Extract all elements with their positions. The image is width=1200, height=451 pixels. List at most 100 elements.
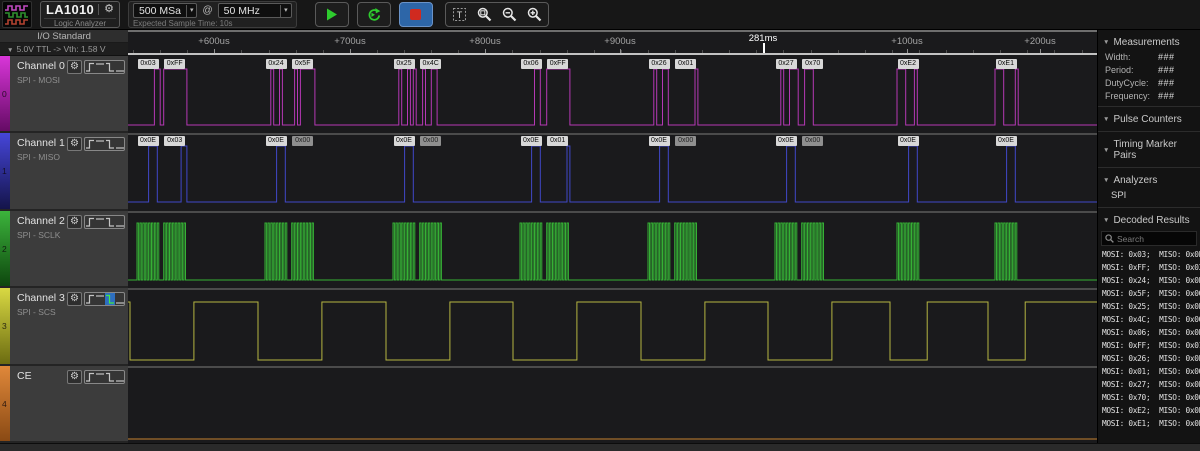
decoded-result-row[interactable]: MOSI: 0x70; MISO: 0x00 <box>1098 391 1200 404</box>
section-decoded-results[interactable]: ▼ Decoded Results <box>1098 211 1200 228</box>
ruler-minor-tick <box>241 50 242 53</box>
trigger-rise-edge-button[interactable] <box>85 371 95 383</box>
decoded-search-input[interactable] <box>1117 234 1193 244</box>
decoded-result-row[interactable]: MOSI: 0xFF; MISO: 0x01 <box>1098 339 1200 352</box>
waveform-ch0-mosi[interactable]: 0x030xFF0x240x5F0x250x4C0x060xFF0x260x01… <box>128 58 1097 135</box>
channel-settings-button[interactable]: ⚙ <box>67 215 82 229</box>
ruler-minor-tick <box>919 50 920 53</box>
stop-button[interactable] <box>399 2 433 27</box>
divider <box>1098 207 1200 208</box>
trigger-high-edge-button[interactable] <box>95 371 105 383</box>
trigger-high-edge-button[interactable] <box>95 293 105 305</box>
trigger-fall-edge-button[interactable] <box>105 371 115 383</box>
byte-value-label: 0x0E <box>394 136 415 146</box>
decoded-result-row[interactable]: MOSI: 0x4C; MISO: 0x00 <box>1098 313 1200 326</box>
decoded-result-row[interactable]: MOSI: 0x06; MISO: 0x0E <box>1098 326 1200 339</box>
trigger-fall-edge-button[interactable] <box>105 293 115 305</box>
measurement-row: Width:### <box>1098 50 1200 63</box>
measurement-value: ### <box>1158 52 1175 62</box>
ruler-minor-tick <box>865 50 866 53</box>
trigger-high-edge-button[interactable] <box>95 61 105 73</box>
ruler-baseline <box>128 53 1097 55</box>
ruler-minor-tick <box>323 50 324 53</box>
waveform-ch2-sclk-trace <box>128 213 1097 290</box>
channel-settings-button[interactable]: ⚙ <box>67 292 82 306</box>
ruler-minor-tick <box>838 50 839 53</box>
channel-settings-button[interactable]: ⚙ <box>67 137 82 151</box>
channel-settings-button[interactable]: ⚙ <box>67 60 82 74</box>
ruler-minor-tick <box>702 50 703 53</box>
decoded-result-row[interactable]: MOSI: 0x27; MISO: 0x0E <box>1098 378 1200 391</box>
sample-rate-select[interactable]: 50 MHz ▾ <box>218 3 292 18</box>
trigger-buttons <box>84 60 125 74</box>
measurement-row: Frequency:### <box>1098 89 1200 102</box>
trigger-fall-edge-button[interactable] <box>105 61 115 73</box>
channel-row-3: 3Channel 3SPI - SCS⚙ <box>0 288 128 366</box>
sample-depth-select[interactable]: 500 MSa ▾ <box>133 3 198 18</box>
byte-value-label: 0x0E <box>649 136 670 146</box>
trigger-rise-edge-button[interactable] <box>85 61 95 73</box>
section-timing-marker-pairs[interactable]: ▼ Timing Marker Pairs <box>1098 135 1200 163</box>
zoom-selection-button[interactable] <box>472 4 497 25</box>
channel-role: SPI - MISO <box>17 152 125 162</box>
ruler-minor-tick <box>296 50 297 53</box>
decoded-result-row[interactable]: MOSI: 0x03; MISO: 0x0E <box>1098 248 1200 261</box>
trigger-high-edge-button[interactable] <box>95 216 105 228</box>
io-standard-header[interactable]: I/O Standard <box>0 30 128 43</box>
time-tick-label: +600us <box>198 36 229 47</box>
trigger-rise-edge-button[interactable] <box>85 138 95 150</box>
ruler-minor-tick <box>892 50 893 53</box>
trigger-fall-edge-button[interactable] <box>105 216 115 228</box>
ruler-minor-tick <box>756 50 757 53</box>
zoom-in-icon <box>527 7 542 22</box>
channel-color-strip: 1 <box>0 133 10 209</box>
waveform-ch0-mosi-trace <box>128 58 1097 135</box>
waveform-viewport[interactable]: +600us+700us+800us+900us+100us+200us281m… <box>128 30 1097 443</box>
waveform-ch2-sclk[interactable] <box>128 213 1097 290</box>
decoded-result-row[interactable]: MOSI: 0x24; MISO: 0x0E <box>1098 274 1200 287</box>
trigger-fall-edge-button[interactable] <box>105 138 115 150</box>
trigger-rise-edge-button[interactable] <box>85 293 95 305</box>
decoded-result-row[interactable]: MOSI: 0x26; MISO: 0x0E <box>1098 352 1200 365</box>
channel-color-strip: 0 <box>0 56 10 131</box>
trigger-rise-edge-button[interactable] <box>85 216 95 228</box>
section-measurements[interactable]: ▼ Measurements <box>1098 30 1200 50</box>
ruler-minor-tick <box>512 50 513 53</box>
trigger-low-edge-button[interactable] <box>115 293 125 305</box>
decoded-result-row[interactable]: MOSI: 0xE1; MISO: 0x0E <box>1098 417 1200 430</box>
text-tool-button[interactable]: T <box>447 4 472 25</box>
zoom-out-button[interactable] <box>497 4 522 25</box>
decoded-results-list: MOSI: 0x03; MISO: 0x0EMOSI: 0xFF; MISO: … <box>1098 248 1200 430</box>
channel-settings-button[interactable]: ⚙ <box>67 370 82 384</box>
loop-capture-button[interactable] <box>357 2 391 27</box>
trigger-low-edge-button[interactable] <box>115 61 125 73</box>
channel-row-4: 4CE⚙ <box>0 366 128 443</box>
decoded-result-row[interactable]: MOSI: 0xE2; MISO: 0x0E <box>1098 404 1200 417</box>
analyzer-spi[interactable]: SPI <box>1098 188 1200 203</box>
trigger-low-edge-button[interactable] <box>115 138 125 150</box>
channel-list: 0Channel 0SPI - MOSI⚙1Channel 1SPI - MIS… <box>0 56 128 443</box>
io-standard-select[interactable]: ▼5.0V TTL -> Vth: 1.58 V <box>0 43 128 56</box>
zoom-in-button[interactable] <box>522 4 547 25</box>
waveform-ch4-ce[interactable] <box>128 368 1097 443</box>
decoded-result-row[interactable]: MOSI: 0x25; MISO: 0x0E <box>1098 300 1200 313</box>
waveform-ch4-ce-trace <box>128 368 1097 443</box>
device-settings-button[interactable]: ⚙ <box>98 4 114 15</box>
section-analyzers[interactable]: ▼ Analyzers <box>1098 171 1200 188</box>
trigger-low-edge-button[interactable] <box>115 371 125 383</box>
trigger-high-edge-button[interactable] <box>95 138 105 150</box>
start-button[interactable] <box>315 2 349 27</box>
section-pulse-counters[interactable]: ▼ Pulse Counters <box>1098 110 1200 127</box>
results-panel: ▼ Measurements Width:###Period:###DutyCy… <box>1097 30 1200 443</box>
waveform-ch1-miso[interactable]: 0x0E0x030x0E0x000x0E0x000x0E0x010x0E0x00… <box>128 135 1097 213</box>
waveform-ch3-scs[interactable] <box>128 290 1097 368</box>
decoded-result-row[interactable]: MOSI: 0x01; MISO: 0x00 <box>1098 365 1200 378</box>
trigger-low-edge-button[interactable] <box>115 216 125 228</box>
channel-color-strip: 4 <box>0 366 10 441</box>
bottom-scrollbar[interactable] <box>0 443 1200 451</box>
ruler-minor-tick <box>1027 50 1028 53</box>
trigger-rise-icon <box>85 293 95 305</box>
decoded-result-row[interactable]: MOSI: 0x5F; MISO: 0x00 <box>1098 287 1200 300</box>
decoded-result-row[interactable]: MOSI: 0xFF; MISO: 0x03 <box>1098 261 1200 274</box>
trigger-high-icon <box>95 293 105 305</box>
